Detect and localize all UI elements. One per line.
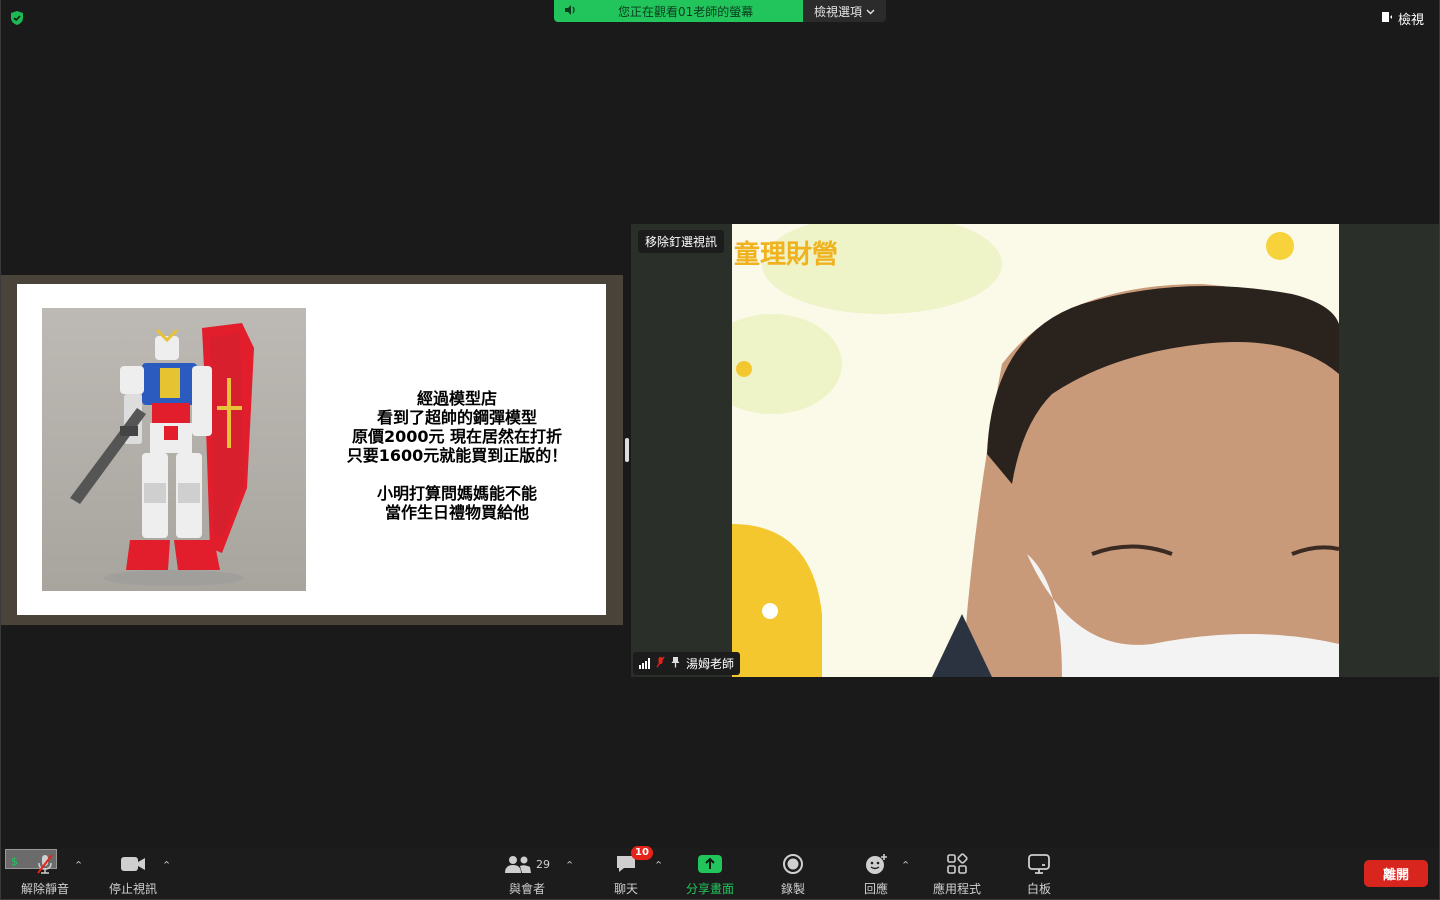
share-status: 您正在觀看01老師的螢幕 bbox=[554, 0, 803, 22]
slide-line: 只要1600元就能買到正版的！ bbox=[346, 446, 568, 465]
presentation-slide: 經過模型店 看到了超帥的鋼彈模型 原價2000元 現在居然在打折 只要1600元… bbox=[17, 284, 606, 615]
muted-mic-icon bbox=[656, 656, 665, 671]
chevron-down-icon bbox=[866, 4, 875, 18]
unpin-video-button[interactable]: 移除釘選視訊 bbox=[638, 230, 725, 253]
meeting-toolbar: $ 解除靜音 ⌃ 停止視訊 ⌃ 29 與會者 ⌃ 10 聊天 ⌃ 分享畫面 錄製… bbox=[0, 846, 1440, 900]
chat-button[interactable]: 10 聊天 bbox=[614, 846, 653, 897]
unmute-label: 解除靜音 bbox=[21, 882, 70, 896]
record-button[interactable]: 錄製 bbox=[781, 852, 805, 897]
stop-video-label: 停止視訊 bbox=[109, 882, 158, 896]
slide-line: 小明打算問媽媽能不能 bbox=[376, 484, 537, 503]
speaker-icon bbox=[564, 4, 578, 19]
reactions-options-caret[interactable]: ⌃ bbox=[901, 859, 910, 872]
smiley-plus-icon bbox=[864, 852, 888, 876]
chat-options-caret[interactable]: ⌃ bbox=[654, 859, 663, 872]
whiteboard-label: 白板 bbox=[1027, 882, 1052, 896]
participant-name: 湯姆老師 bbox=[686, 657, 735, 671]
gundam-model-image bbox=[42, 308, 306, 591]
view-button-label: 檢視 bbox=[1397, 13, 1424, 28]
apps-button[interactable]: 應用程式 bbox=[933, 852, 981, 897]
unmute-button[interactable]: 解除靜音 bbox=[21, 852, 69, 897]
encryption-shield-icon[interactable] bbox=[9, 10, 25, 26]
chat-label: 聊天 bbox=[614, 882, 639, 896]
chat-unread-badge: 10 bbox=[631, 846, 653, 860]
view-button[interactable]: 檢視 bbox=[1381, 9, 1424, 28]
participants-count: 29 bbox=[536, 857, 550, 871]
slide-line: 當作生日禮物買給他 bbox=[384, 503, 529, 522]
view-layout-icon bbox=[1381, 11, 1393, 27]
apps-label: 應用程式 bbox=[933, 882, 982, 896]
participants-button[interactable]: 29 與會者 bbox=[504, 852, 550, 897]
slide-line: 原價2000元 現在居然在打折 bbox=[351, 427, 563, 446]
share-screen-button[interactable]: 分享畫面 bbox=[686, 852, 734, 897]
video-options-caret[interactable]: ⌃ bbox=[162, 859, 171, 872]
screen-share-banner: 您正在觀看01老師的螢幕 檢視選項 bbox=[554, 0, 886, 22]
background-title: 童理財營 bbox=[734, 240, 839, 270]
pin-icon bbox=[671, 656, 680, 671]
participants-label: 與會者 bbox=[508, 882, 545, 896]
muted-mic-icon bbox=[34, 852, 56, 876]
audio-options-caret[interactable]: ⌃ bbox=[74, 859, 83, 872]
panel-resize-handle[interactable] bbox=[625, 438, 629, 462]
participant-name-tag: 湯姆老師 bbox=[633, 652, 741, 675]
reactions-button[interactable]: 回應 bbox=[864, 852, 888, 897]
share-screen-label: 分享畫面 bbox=[686, 882, 735, 896]
signal-strength-icon bbox=[639, 658, 650, 669]
participant-video[interactable]: 童理財營 bbox=[732, 224, 1339, 677]
slide-line: 看到了超帥的鋼彈模型 bbox=[376, 408, 537, 427]
apps-icon bbox=[946, 852, 968, 876]
leave-button[interactable]: 離開 bbox=[1364, 860, 1428, 887]
participants-icon: 29 bbox=[504, 852, 550, 876]
whiteboard-button[interactable]: 白板 bbox=[1027, 852, 1051, 897]
view-options-label: 檢視選項 bbox=[813, 4, 862, 19]
stop-video-button[interactable]: 停止視訊 bbox=[109, 852, 157, 897]
whiteboard-icon bbox=[1027, 852, 1051, 876]
video-panel[interactable]: 童理財營 移除釘選視訊 湯姆老師 bbox=[631, 224, 1440, 677]
chat-bubble-icon: 10 bbox=[615, 846, 653, 876]
video-camera-icon bbox=[120, 852, 146, 876]
participants-options-caret[interactable]: ⌃ bbox=[565, 859, 574, 872]
slide-text: 經過模型店 看到了超帥的鋼彈模型 原價2000元 現在居然在打折 只要1600元… bbox=[307, 389, 607, 522]
view-options-dropdown[interactable]: 檢視選項 bbox=[803, 0, 886, 22]
record-icon bbox=[782, 852, 804, 876]
shared-screen[interactable]: 經過模型店 看到了超帥的鋼彈模型 原價2000元 現在居然在打折 只要1600元… bbox=[1, 275, 623, 625]
share-screen-icon bbox=[697, 852, 723, 876]
slide-line: 經過模型店 bbox=[416, 389, 497, 408]
record-label: 錄製 bbox=[781, 882, 806, 896]
reactions-label: 回應 bbox=[864, 882, 889, 896]
share-status-text: 您正在觀看01老師的螢幕 bbox=[618, 4, 754, 19]
